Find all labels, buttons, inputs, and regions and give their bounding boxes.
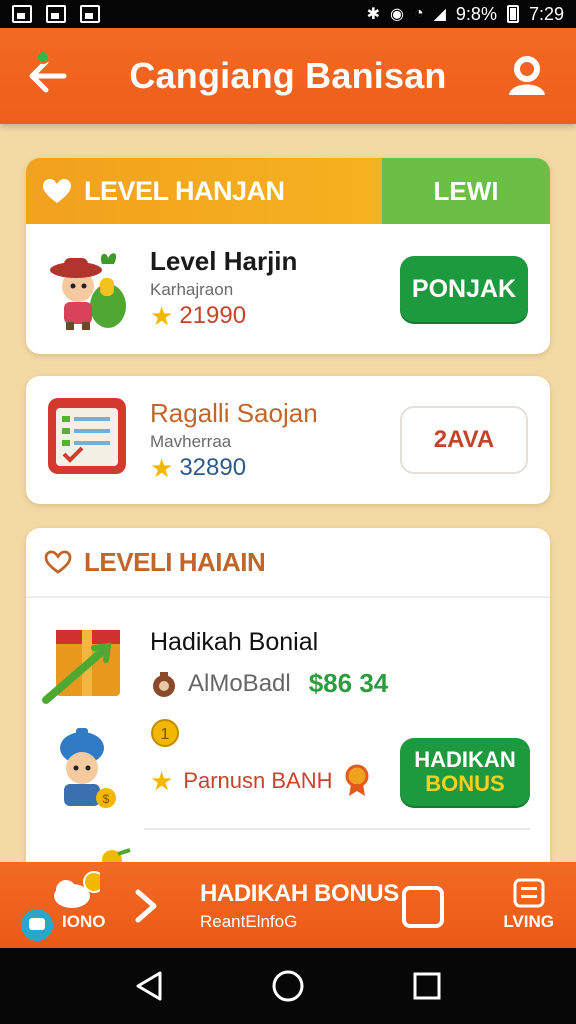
bluetooth-icon: ✱	[366, 6, 380, 23]
app-bar: Cangiang Banisan	[0, 28, 576, 124]
signal-icon: ◢	[433, 6, 446, 23]
checklist-icon	[48, 398, 126, 474]
item-name: Ragalli Saojan	[150, 398, 318, 428]
zava-button[interactable]: 2AVA	[400, 406, 528, 474]
arrow-left-icon	[29, 59, 67, 93]
document-icon[interactable]	[402, 886, 444, 928]
bottom-bar: IONO HADIKAH BONUS ReantElnfoG LVING	[0, 862, 576, 948]
bonus-card-header: LEVELI HAIAIN	[26, 528, 550, 598]
item-points: ★ 21990	[150, 302, 246, 330]
svg-text:1: 1	[161, 726, 170, 743]
nav-home-button[interactable]	[268, 966, 308, 1006]
item-subtitle: AlMoBadl	[188, 669, 291, 697]
system-nav-bar	[0, 948, 576, 1024]
user-icon	[509, 56, 545, 95]
svg-text:$: $	[103, 792, 110, 806]
image-notification-icon	[80, 5, 100, 23]
nav-recents-button[interactable]	[407, 966, 447, 1006]
data-saver-icon: ◉	[389, 6, 404, 23]
hadikan-bonus-button[interactable]: HADIKAN BONUS	[400, 738, 530, 806]
battery-percent: 9:8%	[455, 3, 497, 24]
bonus-label-row: ★ Parnusn BANH	[150, 764, 371, 798]
nav-back-button[interactable]	[129, 966, 169, 1006]
heart-outline-icon	[44, 550, 72, 574]
star-icon: ★	[150, 453, 174, 483]
bonus-tab-title: HADIKAH BONUS	[200, 880, 399, 907]
list-icon	[513, 878, 545, 908]
gift-box-icon	[42, 630, 120, 704]
home-tab-label: IONO	[62, 912, 106, 931]
cloud-coin-icon	[54, 871, 100, 908]
circle-home-icon	[272, 970, 304, 1002]
item-detail: AlMoBadl $86 34	[150, 668, 388, 699]
triangle-back-icon	[136, 971, 162, 1001]
item-subtitle: Karhajraon	[150, 280, 234, 299]
battery-icon	[506, 5, 519, 23]
coin-icon: 1	[150, 718, 180, 753]
button-line-1: HADIKAN	[414, 746, 516, 772]
level-card-header: LEVEL HANJAN LEWI	[26, 158, 550, 224]
amount-value: $86 34	[308, 668, 389, 698]
wifi-icon: ◔	[413, 5, 424, 22]
level-card: LEVEL HANJAN LEWI Level Harjin Karhajrao…	[26, 158, 550, 354]
notification-icons	[12, 5, 100, 23]
chevron-right-icon[interactable]	[132, 888, 162, 924]
main-content[interactable]: LEVEL HANJAN LEWI Level Harjin Karhajrao…	[0, 124, 576, 862]
living-tab-label: LVING	[503, 912, 554, 931]
item-name: Hadikah Bonial	[150, 628, 319, 656]
chat-icon	[21, 909, 53, 941]
bonus-card: LEVELI HAIAIN Hadikah Bonial AlMoBadl $8…	[26, 528, 550, 862]
list-item: Level Harjin Karhajraon ★ 21990 PONJAK	[26, 224, 550, 354]
item-name: Level Harjin	[150, 246, 298, 276]
page-title: Cangiang Banisan	[129, 55, 447, 96]
gallery-notification-icon	[46, 5, 66, 23]
bonus-card-title: LEVELI HAIAIN	[84, 546, 266, 577]
level-tab[interactable]: LEVEL HANJAN	[26, 158, 382, 224]
bonus-label: Parnusn BANH	[183, 768, 333, 793]
heart-icon	[43, 179, 71, 203]
square-recents-icon	[413, 972, 441, 1000]
living-tab[interactable]: LVING	[503, 878, 554, 932]
partial-item-icon	[102, 848, 131, 862]
photo-notification-icon	[12, 5, 32, 23]
points-value: 21990	[179, 302, 247, 329]
level-tab-label: LEVEL HANJAN	[84, 175, 285, 206]
worker-avatar-icon: $	[60, 728, 116, 808]
points-value: 32890	[179, 454, 247, 481]
button-line-2: BONUS	[425, 771, 505, 796]
profile-button[interactable]	[502, 50, 552, 100]
farmer-avatar-icon	[50, 253, 126, 330]
notification-dot	[36, 50, 50, 64]
home-tab[interactable]: IONO	[20, 862, 130, 948]
star-icon: ★	[150, 766, 174, 796]
item-points: ★ 32890	[150, 454, 246, 482]
star-icon: ★	[150, 301, 174, 331]
bag-icon	[153, 671, 175, 697]
bonus-tab[interactable]: HADIKAH BONUS ReantElnfoG	[200, 880, 399, 932]
clock: 7:29	[528, 3, 564, 24]
bonus-tab-subtitle: ReantElnfoG	[200, 912, 298, 931]
ponjak-button[interactable]: PONJAK	[400, 256, 528, 322]
task-card: Ragalli Saojan Mavherraa ★ 32890 2AVA	[26, 376, 550, 504]
lewi-tab[interactable]: LEWI	[382, 158, 550, 224]
item-subtitle: Mavherraa	[150, 432, 232, 451]
ribbon-icon	[345, 764, 368, 796]
divider	[144, 828, 530, 830]
status-bar: ✱ ◉ ◔ ◢ 9:8% 7:29	[0, 0, 576, 28]
system-icons: ✱ ◉ ◔ ◢ 9:8% 7:29	[367, 4, 564, 25]
